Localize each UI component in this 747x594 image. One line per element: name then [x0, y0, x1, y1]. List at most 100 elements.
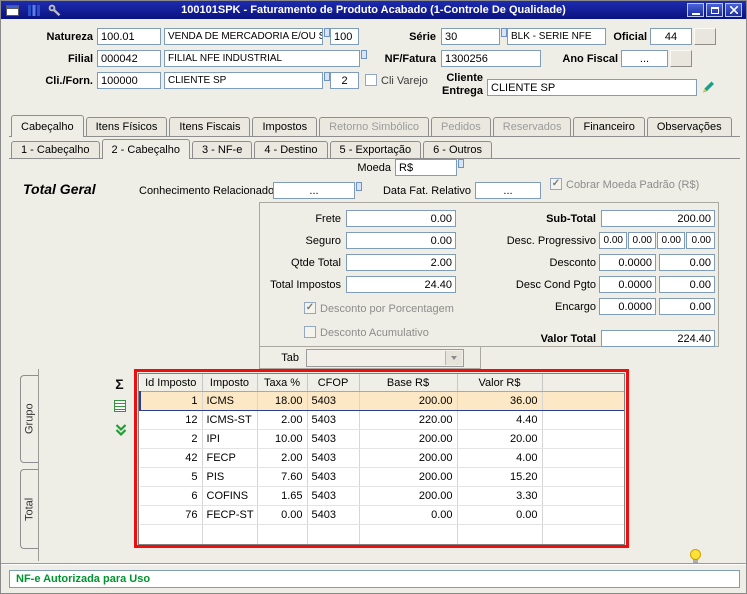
cliente-entrega-field[interactable]: CLIENTE SP — [487, 79, 697, 96]
cell-imposto[interactable]: COFINS — [202, 486, 258, 506]
cell-taxa[interactable]: 2.00 — [257, 448, 308, 468]
cell-taxa[interactable]: 1.65 — [257, 486, 308, 506]
cell-cfop[interactable]: 5403 — [307, 505, 360, 525]
data-fat-field[interactable]: ... — [475, 182, 541, 199]
filial-code-field[interactable]: 000042 — [97, 50, 161, 67]
natureza-desc-field[interactable]: VENDA DE MERCADORIA E/OU SERVI — [164, 28, 323, 45]
cell-base[interactable]: 200.00 — [359, 391, 458, 411]
col-header-base[interactable]: Base R$ — [359, 374, 458, 392]
subtab-3-nfe[interactable]: 3 - NF-e — [192, 141, 253, 158]
sidetab-total[interactable]: Total — [20, 469, 38, 549]
tab-cabecalho[interactable]: Cabeçalho — [11, 115, 84, 137]
desc-progressivo-field-4[interactable]: 0.00 — [686, 232, 715, 249]
scroll-down-icon[interactable] — [112, 421, 129, 438]
ano-fiscal-field[interactable]: ... — [621, 50, 668, 67]
col-header-id-imposto[interactable]: Id Imposto — [140, 374, 203, 392]
cell-id[interactable]: 42 — [140, 448, 203, 468]
cell-cfop[interactable]: 5403 — [307, 429, 360, 449]
total-impostos-field[interactable]: 24.40 — [346, 276, 456, 293]
subtab-6-outros[interactable]: 6 - Outros — [423, 141, 492, 158]
nf-fatura-field[interactable]: 1300256 — [441, 50, 541, 67]
cell-cfop[interactable]: 5403 — [307, 448, 360, 468]
cell-id[interactable]: 12 — [140, 410, 203, 430]
desc-cond-valor-field[interactable]: 0.00 — [659, 276, 715, 293]
grid-row[interactable]: 6 COFINS 1.65 5403 200.00 3.30 — [140, 486, 624, 506]
encargo-valor-field[interactable]: 0.00 — [659, 298, 715, 315]
tab-itens-fiscais[interactable]: Itens Fiscais — [169, 117, 251, 136]
cli-extra-field[interactable]: 2 — [330, 72, 359, 89]
cell-base[interactable]: 200.00 — [359, 486, 458, 506]
grid-row[interactable]: 5 PIS 7.60 5403 200.00 15.20 — [140, 467, 624, 487]
cell-imposto[interactable]: PIS — [202, 467, 258, 487]
cell-imposto[interactable]: ICMS-ST — [202, 410, 258, 430]
cell-id[interactable]: 5 — [140, 467, 203, 487]
cell-taxa[interactable]: 0.00 — [257, 505, 308, 525]
cell-taxa[interactable]: 18.00 — [257, 391, 308, 411]
cell-taxa[interactable]: 2.00 — [257, 410, 308, 430]
moeda-field[interactable]: R$ — [395, 159, 457, 176]
cell-taxa[interactable]: 10.00 — [257, 429, 308, 449]
cell-id[interactable]: 2 — [140, 429, 203, 449]
cell-valor[interactable]: 4.00 — [457, 448, 543, 468]
tab-observacoes[interactable]: Observações — [646, 117, 732, 136]
cell-taxa[interactable]: 7.60 — [257, 467, 308, 487]
cell-base[interactable]: 200.00 — [359, 429, 458, 449]
cell-valor[interactable]: 36.00 — [457, 391, 543, 411]
cell-base[interactable]: 0.00 — [359, 505, 458, 525]
grid-row[interactable]: 42 FECP 2.00 5403 200.00 4.00 — [140, 448, 624, 468]
desc-progressivo-field-3[interactable]: 0.00 — [657, 232, 685, 249]
wrench-icon[interactable] — [47, 3, 62, 17]
desc-cond-pct-field[interactable]: 0.0000 — [599, 276, 656, 293]
col-header-valor[interactable]: Valor R$ — [457, 374, 543, 392]
desconto-valor-field[interactable]: 0.00 — [659, 254, 715, 271]
col-header-taxa[interactable]: Taxa % — [257, 374, 308, 392]
qtde-total-field[interactable]: 2.00 — [346, 254, 456, 271]
sum-icon[interactable]: Σ — [111, 375, 128, 392]
grid-export-icon[interactable] — [111, 397, 128, 414]
cli-desc-field[interactable]: CLIENTE SP — [164, 72, 323, 89]
subtab-1-cabecalho[interactable]: 1 - Cabeçalho — [11, 141, 100, 158]
desconto-pct-field[interactable]: 0.0000 — [599, 254, 656, 271]
cell-base[interactable]: 200.00 — [359, 467, 458, 487]
cell-valor[interactable]: 0.00 — [457, 505, 543, 525]
grid-row[interactable]: 76 FECP-ST 0.00 5403 0.00 0.00 — [140, 505, 624, 525]
cell-cfop[interactable]: 5403 — [307, 467, 360, 487]
subtotal-field[interactable]: 200.00 — [601, 210, 715, 227]
maximize-button[interactable] — [706, 3, 723, 17]
sidetab-grupo[interactable]: Grupo — [20, 375, 38, 463]
cell-imposto[interactable]: FECP — [202, 448, 258, 468]
cell-imposto[interactable]: ICMS — [202, 391, 258, 411]
cell-valor[interactable]: 15.20 — [457, 467, 543, 487]
cell-imposto[interactable]: IPI — [202, 429, 258, 449]
cell-imposto[interactable]: FECP-ST — [202, 505, 258, 525]
cell-base[interactable]: 200.00 — [359, 448, 458, 468]
tab-itens-fisicos[interactable]: Itens Físicos — [85, 117, 168, 136]
minimize-button[interactable] — [687, 3, 704, 17]
natureza-code-field[interactable]: 100.01 — [97, 28, 161, 45]
valor-total-field[interactable]: 224.40 — [601, 330, 715, 347]
cell-id[interactable]: 1 — [139, 391, 203, 411]
cell-valor[interactable]: 4.40 — [457, 410, 543, 430]
frete-field[interactable]: 0.00 — [346, 210, 456, 227]
oficial-field[interactable]: 44 — [650, 28, 692, 45]
cell-valor[interactable]: 20.00 — [457, 429, 543, 449]
serie-code-field[interactable]: 30 — [441, 28, 500, 45]
cli-varejo-checkbox[interactable] — [365, 74, 377, 86]
desc-progressivo-field-1[interactable]: 0.00 — [599, 232, 627, 249]
cell-base[interactable]: 220.00 — [359, 410, 458, 430]
seguro-field[interactable]: 0.00 — [346, 232, 456, 249]
subtab-5-exportacao[interactable]: 5 - Exportação — [329, 141, 422, 158]
encargo-pct-field[interactable]: 0.0000 — [599, 298, 656, 315]
col-header-cfop[interactable]: CFOP — [307, 374, 360, 392]
desc-progressivo-field-2[interactable]: 0.00 — [628, 232, 656, 249]
cell-id[interactable]: 76 — [140, 505, 203, 525]
filial-desc-field[interactable]: FILIAL NFE INDUSTRIAL — [164, 50, 360, 67]
natureza-extra-field[interactable]: 100 — [330, 28, 359, 45]
cell-cfop[interactable]: 5403 — [307, 410, 360, 430]
edit-pencil-icon[interactable] — [699, 78, 716, 95]
conhecimento-field[interactable]: ... — [273, 182, 355, 199]
cell-cfop[interactable]: 5403 — [307, 486, 360, 506]
cell-valor[interactable]: 3.30 — [457, 486, 543, 506]
subtab-2-cabecalho[interactable]: 2 - Cabeçalho — [101, 139, 190, 159]
tab-financeiro[interactable]: Financeiro — [573, 117, 645, 136]
